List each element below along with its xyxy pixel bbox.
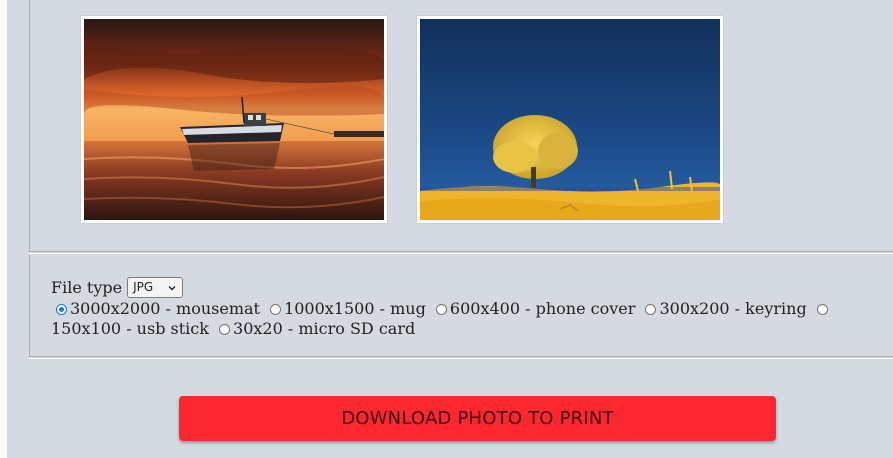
size-label: 1000x1500 - mug xyxy=(284,299,426,318)
file-type-value: JPG xyxy=(133,279,154,294)
print-options-panel: File type JPG 3000x2000 - mousemat 1000x… xyxy=(29,255,893,357)
radio-button[interactable] xyxy=(645,304,657,315)
radio-button[interactable] xyxy=(816,304,828,315)
size-option-30x20[interactable]: 30x20 - micro SD card xyxy=(214,319,415,338)
file-type-label: File type xyxy=(51,277,123,297)
radio-button[interactable] xyxy=(435,304,447,315)
divider xyxy=(29,358,893,359)
boat-sunset-image xyxy=(84,19,384,220)
photo-thumbnail-tree[interactable] xyxy=(417,16,723,223)
size-option-1000x1500[interactable]: 1000x1500 - mug xyxy=(265,299,426,318)
radio-button[interactable] xyxy=(219,323,231,335)
size-label: 600x400 - phone cover xyxy=(449,299,636,318)
size-radio-group: 3000x2000 - mousemat 1000x1500 - mug 600… xyxy=(51,299,871,338)
file-type-select[interactable]: JPG xyxy=(127,277,184,298)
yellow-tree-image xyxy=(420,19,720,220)
divider xyxy=(29,253,893,254)
radio-button[interactable] xyxy=(270,304,282,315)
photo-gallery xyxy=(29,0,893,252)
size-label: 3000x2000 - mousemat xyxy=(70,299,260,318)
page-background: File type JPG 3000x2000 - mousemat 1000x… xyxy=(7,0,893,458)
size-label: 300x200 - keyring xyxy=(659,299,807,318)
radio-button-checked[interactable] xyxy=(56,304,67,315)
size-option-300x200[interactable]: 300x200 - keyring xyxy=(640,299,807,318)
chevron-down-icon xyxy=(168,285,176,290)
photo-thumbnail-boat[interactable] xyxy=(81,16,387,223)
size-label: 150x100 - usb stick xyxy=(51,318,209,338)
size-option-3000x2000[interactable]: 3000x2000 - mousemat xyxy=(51,299,260,318)
download-photo-button[interactable]: DOWNLOAD PHOTO TO PRINT xyxy=(179,396,776,441)
size-label: 30x20 - micro SD card xyxy=(233,318,416,338)
size-option-600x400[interactable]: 600x400 - phone cover xyxy=(431,299,635,318)
